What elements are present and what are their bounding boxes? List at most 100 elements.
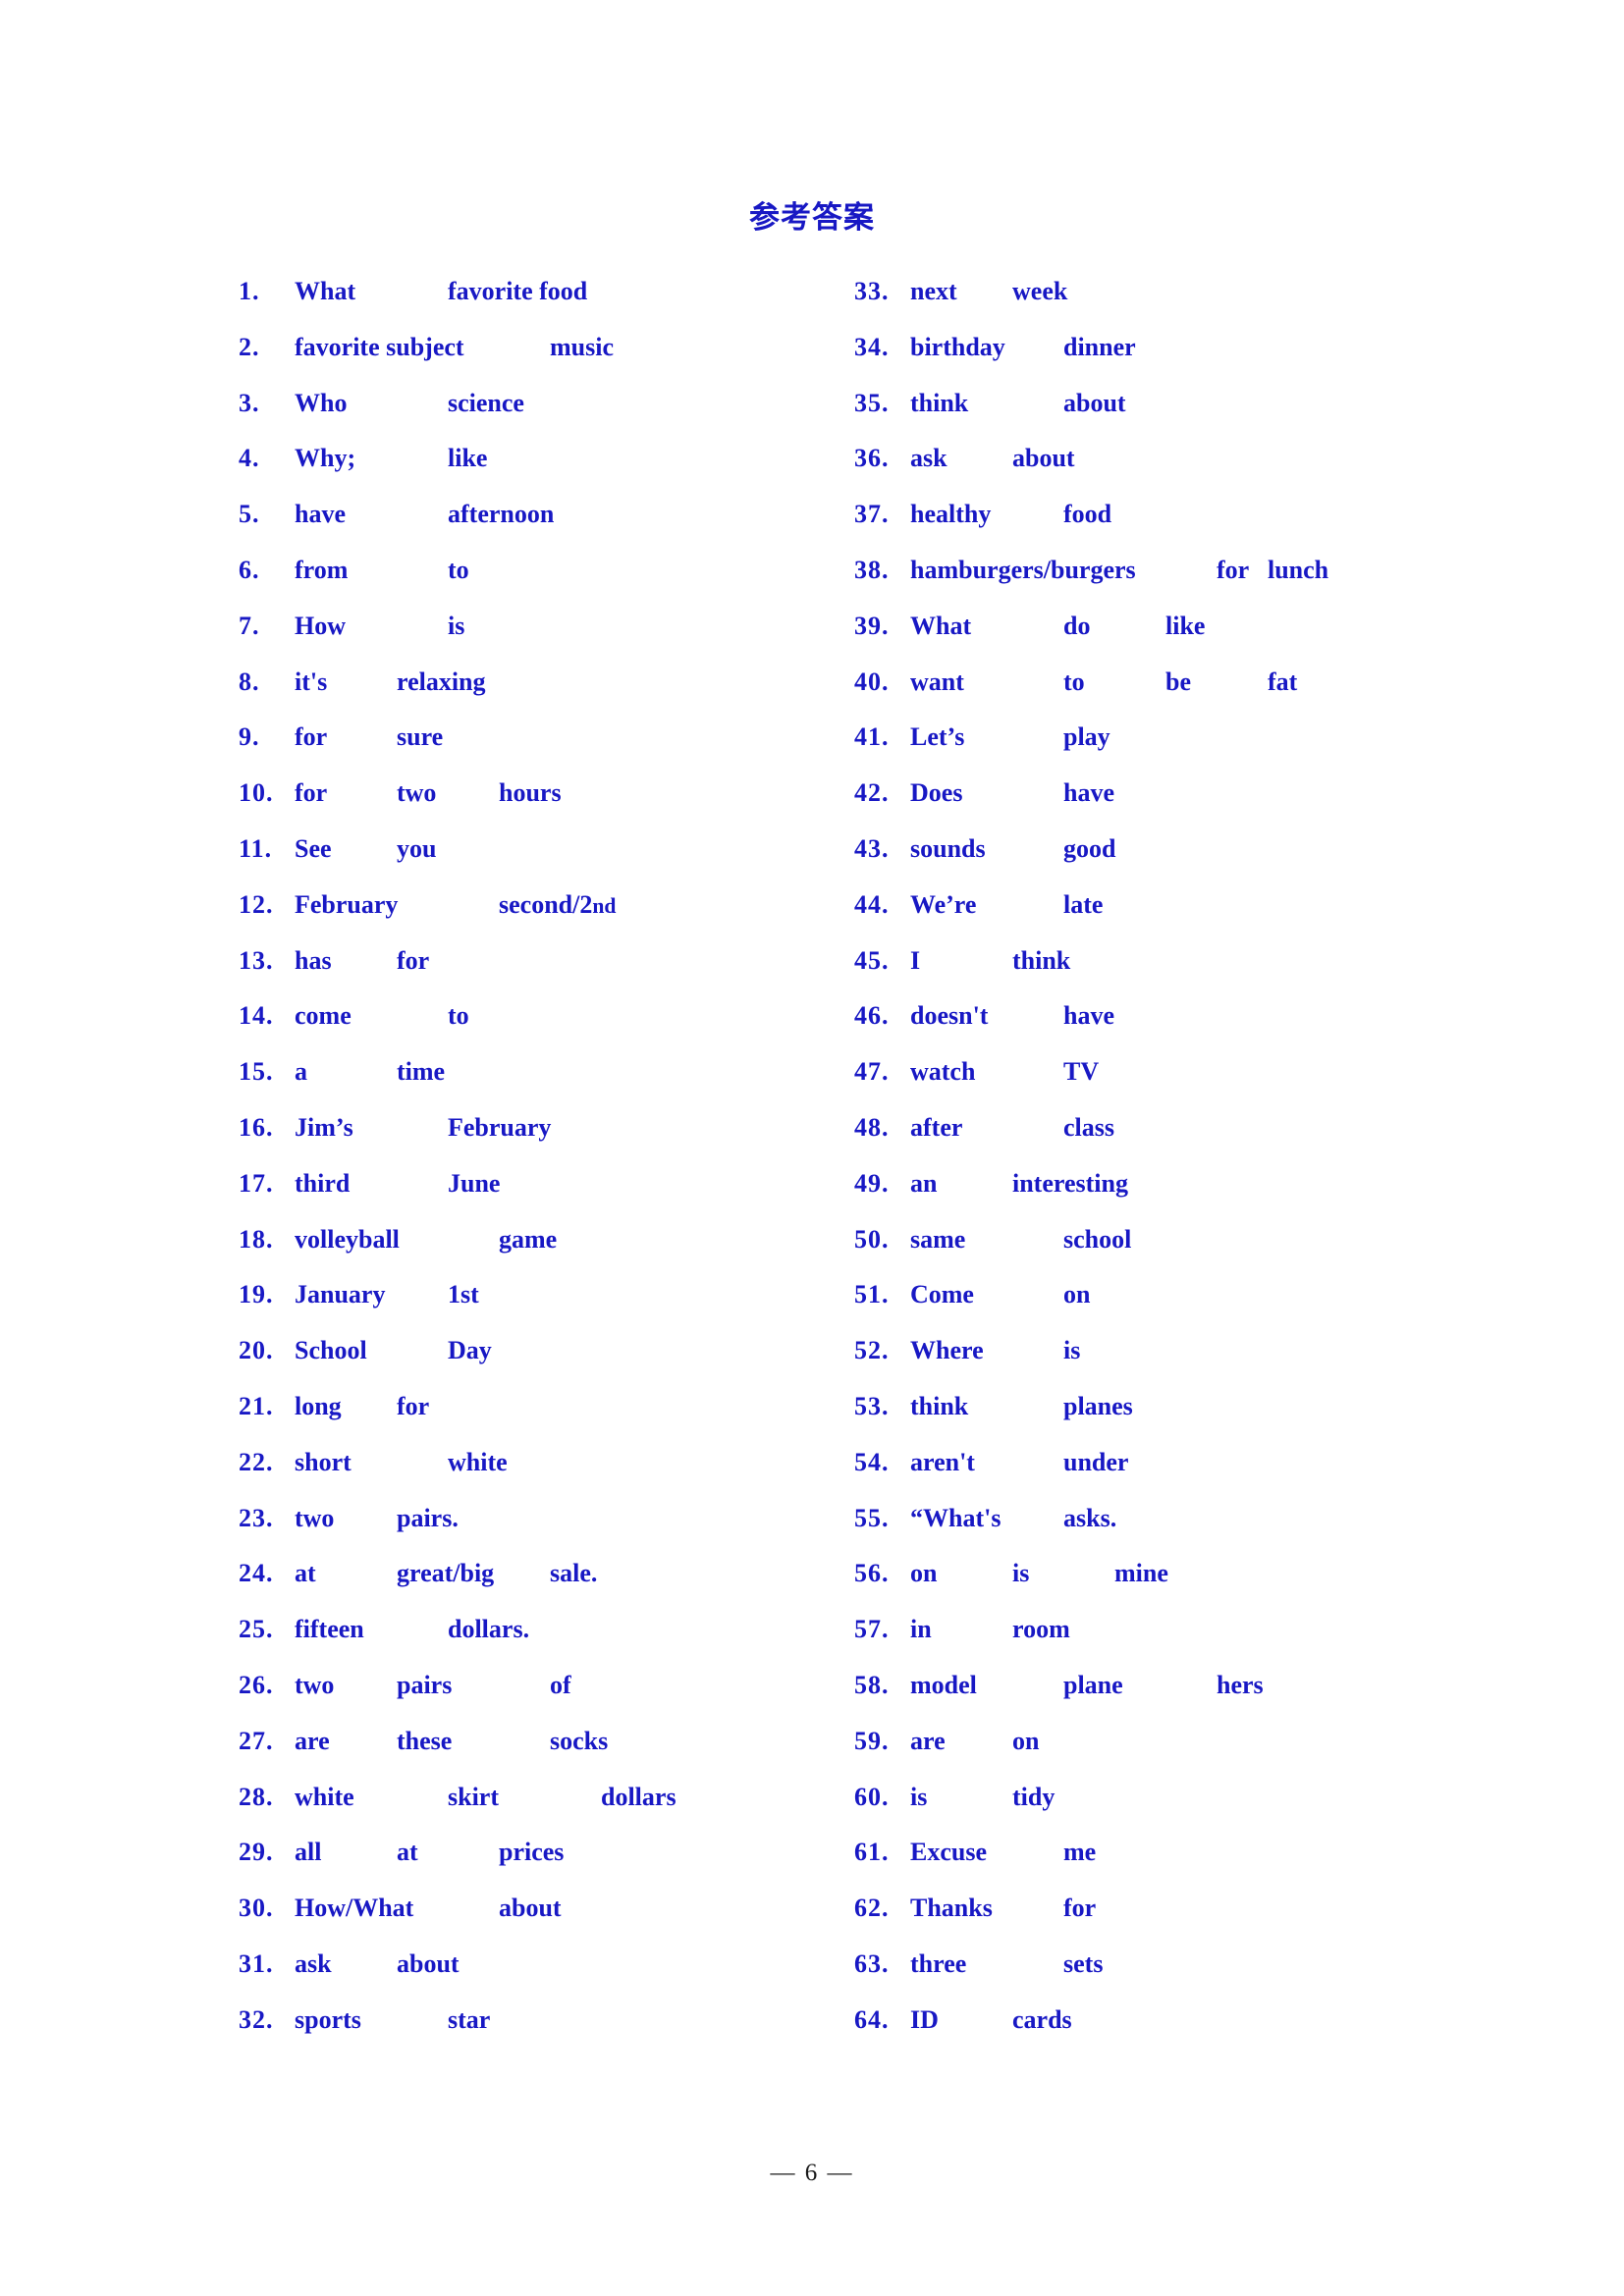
answer-text: next week [910, 277, 1068, 305]
answer-text: watch TV [910, 1057, 1100, 1087]
answer-text: January 1st [295, 1280, 479, 1309]
answer-row: 6. from to [239, 556, 828, 612]
answer-text: for sure [295, 722, 444, 752]
answer-number: 57. [854, 1615, 890, 1644]
answer-number: 22. [239, 1447, 274, 1476]
answer-number: 34. [854, 332, 890, 361]
answer-number: 52. [854, 1336, 890, 1365]
answer-row: 11. See you [239, 834, 828, 890]
answer-row: 19. January 1st [239, 1280, 828, 1336]
answer-text: We’re late [910, 889, 1104, 919]
answer-text: Does have [910, 778, 1114, 808]
page-number-footer: — 6 — [770, 2160, 854, 2186]
answer-row: 37. healthy food [854, 500, 1600, 556]
answer-row: 58. model plane hers [854, 1671, 1600, 1727]
answer-row: 33. next week [854, 277, 1600, 333]
answer-row: 26. two pairs of [239, 1671, 828, 1727]
answer-text: it's relaxing [295, 667, 486, 696]
answer-text: fifteen dollars. [295, 1615, 530, 1644]
answer-number: 8. [239, 667, 260, 696]
answer-text: School Day [295, 1336, 492, 1365]
answer-text: See you [295, 833, 437, 863]
answer-number: 37. [854, 500, 890, 529]
answer-number: 24. [239, 1559, 274, 1588]
answer-row: 31. ask about [239, 1949, 828, 2005]
answer-text: ask about [910, 444, 1075, 473]
answer-number: 21. [239, 1391, 274, 1420]
answer-text: How/What about [295, 1894, 562, 1923]
answer-row: 54. aren't under [854, 1448, 1600, 1504]
answer-row: 64. ID cards [854, 2005, 1600, 2061]
answer-number: 59. [854, 1726, 890, 1755]
answer-number: 25. [239, 1615, 274, 1644]
answer-row: 24. at great/big sale. [239, 1559, 828, 1615]
answer-text: Why; like [295, 444, 488, 473]
answer-number: 15. [239, 1057, 274, 1087]
answer-row: 30. How/What about [239, 1894, 828, 1949]
answer-row: 45. I think [854, 946, 1600, 1002]
answer-number: 18. [239, 1224, 274, 1254]
answer-number: 53. [854, 1391, 890, 1420]
answer-row: 52. Where is [854, 1336, 1600, 1392]
answer-row: 34. birthday dinner [854, 333, 1600, 389]
answer-number: 27. [239, 1726, 274, 1755]
answer-row: 22. short white [239, 1448, 828, 1504]
answer-row: 42. Does have [854, 778, 1600, 834]
answer-text: Where is [910, 1336, 1081, 1365]
answer-number: 61. [854, 1838, 890, 1867]
answers-left-column: 1. What favorite food 2. favorite subject m… [239, 277, 828, 2061]
answer-number: 7. [239, 611, 260, 640]
answer-text: all at prices [295, 1838, 565, 1867]
answer-text: two pairs of [295, 1670, 571, 1699]
answer-number: 58. [854, 1670, 890, 1699]
answer-row: 57. in room [854, 1615, 1600, 1671]
answer-row: 15. a time [239, 1057, 828, 1113]
answer-text: are these socks [295, 1726, 609, 1755]
answer-text: Let’s play [910, 722, 1110, 752]
answer-text: long for [295, 1391, 430, 1420]
answer-number: 60. [854, 1782, 890, 1811]
answer-row: 32. sports star [239, 2005, 828, 2061]
answer-number: 47. [854, 1057, 890, 1087]
answer-text: volleyball game [295, 1224, 558, 1254]
answer-number: 40. [854, 667, 890, 696]
answer-row: 62. Thanks for [854, 1894, 1600, 1949]
answer-text: model plane hers [910, 1670, 1264, 1699]
answer-number: 41. [854, 722, 890, 752]
answer-number: 44. [854, 889, 890, 919]
answer-number: 2. [239, 332, 260, 361]
answer-number: 4. [239, 444, 260, 473]
answer-row: 49. an interesting [854, 1169, 1600, 1225]
answer-number: 48. [854, 1112, 890, 1142]
answer-number: 39. [854, 611, 890, 640]
answer-text: third June [295, 1168, 501, 1198]
answer-number: 10. [239, 778, 274, 808]
answer-row: 27. are these socks [239, 1727, 828, 1783]
answer-number: 6. [239, 555, 260, 584]
answer-number: 38. [854, 555, 890, 584]
answer-number: 14. [239, 1001, 274, 1031]
answer-text: Jim’s February [295, 1112, 552, 1142]
answer-text: want to be fat [910, 667, 1298, 696]
answer-number: 23. [239, 1503, 274, 1532]
answer-text: come to [295, 1001, 469, 1031]
answer-number: 12. [239, 889, 274, 919]
answer-number: 17. [239, 1168, 274, 1198]
answer-row: 55. “What's asks. [854, 1504, 1600, 1560]
answer-row: 35. think about [854, 389, 1600, 445]
answer-text: three sets [910, 1949, 1104, 1978]
answer-row: 56. on is mine [854, 1559, 1600, 1615]
answer-text: Thanks for [910, 1894, 1097, 1923]
answer-number: 50. [854, 1224, 890, 1254]
answer-text: two pairs. [295, 1503, 459, 1532]
answer-row: 7. How is [239, 612, 828, 667]
answer-number: 5. [239, 500, 260, 529]
answer-number: 64. [854, 2004, 890, 2034]
answer-number: 56. [854, 1559, 890, 1588]
answer-row: 41. Let’s play [854, 722, 1600, 778]
answer-text: have afternoon [295, 500, 555, 529]
answer-text: has for [295, 945, 430, 975]
answer-key-page: 参考答案 1. What favorite food 2. favorite subj… [0, 0, 1624, 2296]
answer-text: sports star [295, 2004, 491, 2034]
answer-row: 21. long for [239, 1392, 828, 1448]
